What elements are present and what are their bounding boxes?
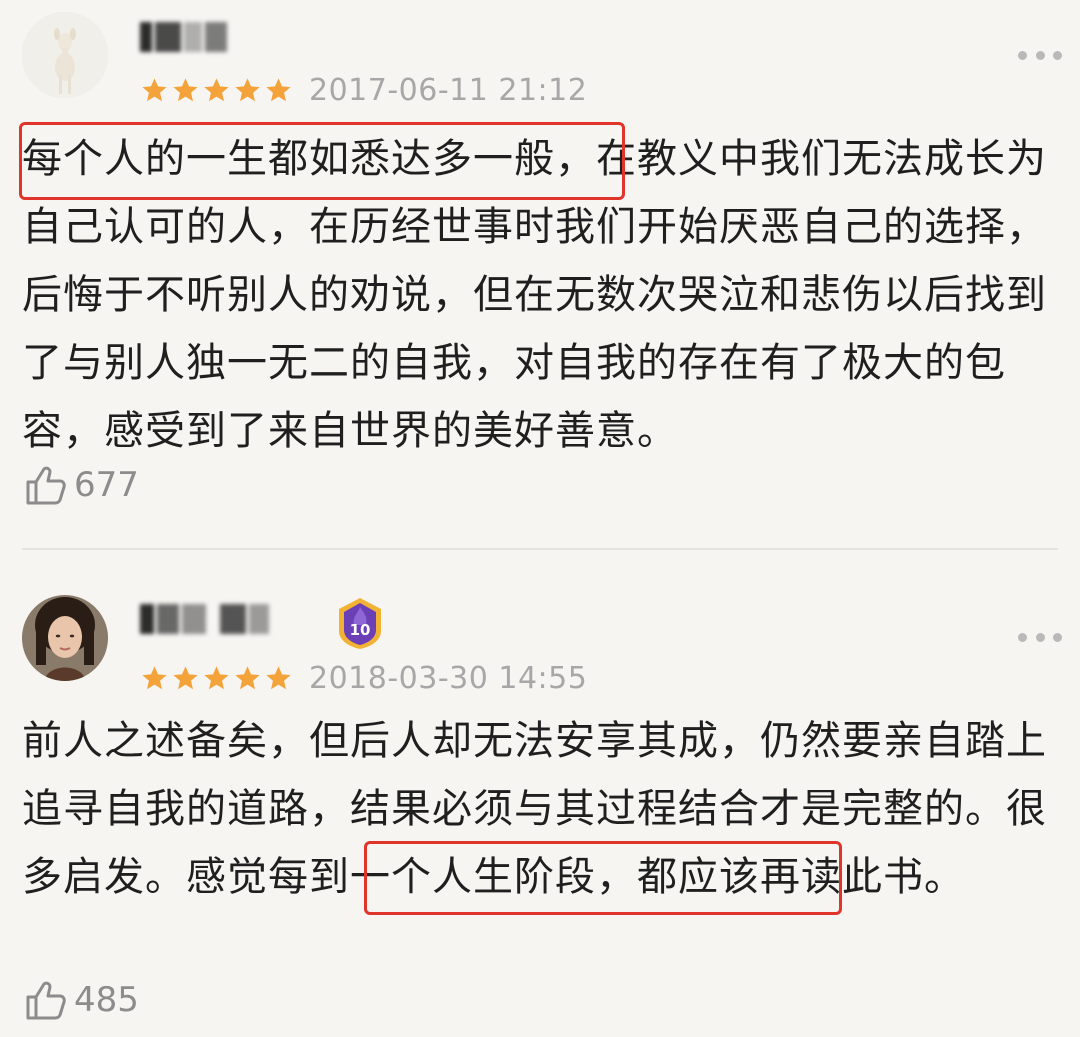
star-icon — [266, 77, 291, 101]
star-icon — [235, 665, 260, 689]
like-button[interactable]: 485 — [24, 975, 139, 1025]
more-dots-icon[interactable] — [1018, 630, 1062, 644]
avatar[interactable] — [22, 12, 108, 98]
like-count: 677 — [74, 465, 139, 505]
level-badge-icon[interactable]: 10 — [332, 595, 388, 651]
fawn-avatar-image — [22, 12, 108, 98]
username-blurred[interactable] — [140, 20, 227, 54]
highlight-box — [19, 122, 625, 200]
star-icon — [142, 665, 167, 689]
like-button[interactable]: 677 — [24, 460, 139, 510]
avatar[interactable] — [22, 595, 108, 681]
thumbs-up-icon — [26, 981, 66, 1020]
star-icon — [266, 665, 291, 689]
portrait-avatar-image — [22, 595, 108, 681]
rating-row: 2017-06-11 21:12 — [140, 72, 587, 108]
review-date: 2017-06-11 21:12 — [309, 72, 588, 108]
rating-row: 2018-03-30 14:55 — [140, 660, 587, 696]
thumbs-up-icon — [26, 466, 66, 505]
badge-level: 10 — [350, 621, 371, 639]
star-rating — [140, 664, 293, 693]
review-card: 10 2018-03-30 14:55 前人之述备矣，但后人却无法安享其成，仍然… — [0, 550, 1080, 1037]
like-count: 485 — [74, 980, 139, 1020]
username-blurred[interactable] — [140, 602, 269, 636]
review-card: 2017-06-11 21:12 每个人的一生都如悉达多一般，在教义中我们无法成… — [0, 0, 1080, 548]
star-rating — [140, 76, 293, 105]
star-icon — [173, 77, 198, 101]
star-icon — [142, 77, 167, 101]
star-icon — [235, 77, 260, 101]
star-icon — [173, 665, 198, 689]
star-icon — [204, 665, 229, 689]
review-date: 2018-03-30 14:55 — [309, 660, 588, 696]
highlight-box — [364, 841, 842, 915]
more-dots-icon[interactable] — [1018, 48, 1062, 62]
star-icon — [204, 77, 229, 101]
